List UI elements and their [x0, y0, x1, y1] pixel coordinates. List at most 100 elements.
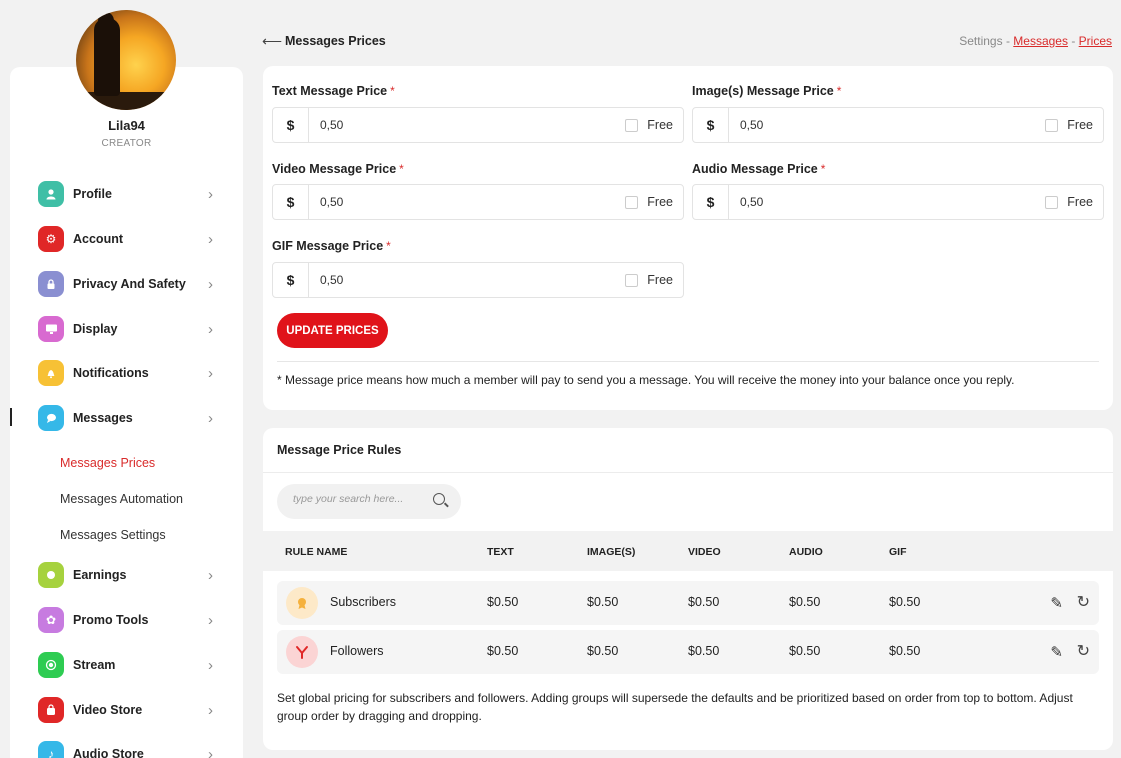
chevron-right-icon: › [208, 320, 213, 338]
edit-icon[interactable]: ✎ [1050, 594, 1063, 612]
coin-icon [38, 562, 64, 588]
message-prices-card: Text Message Price* $ Free Image(s) Mess… [263, 66, 1113, 410]
text-price-field: $ Free [272, 107, 684, 143]
subitem-messages-settings[interactable]: Messages Settings [60, 528, 166, 542]
chevron-right-icon: › [208, 745, 213, 758]
rule-name: Subscribers [330, 595, 396, 609]
avatar[interactable] [76, 10, 176, 110]
chevron-right-icon: › [208, 185, 213, 203]
subitem-messages-automation[interactable]: Messages Automation [60, 492, 183, 506]
breadcrumb: Settings - Messages - Prices [959, 34, 1112, 48]
breadcrumb-root[interactable]: Settings [959, 34, 1002, 48]
image-price-input[interactable] [740, 118, 1020, 132]
video-price-label: Video Message Price * [272, 162, 404, 176]
chevron-right-icon: › [208, 230, 213, 248]
column-header: RULE NAME [285, 546, 348, 558]
currency-symbol: $ [693, 185, 729, 219]
table-row[interactable]: Followers $0.50 $0.50 $0.50 $0.50 $0.50 … [277, 630, 1099, 674]
music-icon: ♪ [38, 741, 64, 758]
sidebar-item-display[interactable]: Display › [10, 311, 243, 347]
user-role: CREATOR [101, 138, 152, 149]
gif-price-input[interactable] [320, 273, 600, 287]
follower-icon [286, 636, 318, 668]
username: Lila94 [108, 118, 145, 133]
divider [263, 472, 1113, 473]
divider [277, 361, 1099, 362]
chevron-right-icon: › [208, 409, 213, 427]
sidebar-item-earnings[interactable]: Earnings › [10, 557, 243, 593]
currency-symbol: $ [273, 108, 309, 142]
sidebar-item-promo-tools[interactable]: ✿ Promo Tools › [10, 602, 243, 638]
text-price-cell: $0.50 [487, 644, 519, 658]
text-price-cell: $0.50 [487, 595, 519, 609]
gif-price-label: GIF Message Price * [272, 239, 391, 253]
bag-icon [38, 697, 64, 723]
image-free-checkbox[interactable] [1045, 118, 1058, 132]
sidebar-item-label: Messages [73, 411, 133, 425]
image-price-label: Image(s) Message Price * [692, 84, 842, 98]
page-title: Messages Prices [285, 34, 386, 48]
sidebar-item-label: Notifications [73, 366, 149, 380]
audio-free-checkbox[interactable] [1045, 195, 1058, 209]
video-free-checkbox[interactable] [625, 195, 638, 209]
rules-search [277, 484, 461, 519]
column-header: GIF [889, 546, 907, 558]
gif-free-checkbox[interactable] [625, 273, 638, 287]
rules-title: Message Price Rules [277, 443, 402, 457]
sidebar-item-label: Promo Tools [73, 613, 149, 627]
gif-price-cell: $0.50 [889, 644, 921, 658]
sidebar-item-label: Privacy And Safety [73, 277, 186, 291]
sidebar-item-label: Stream [73, 658, 116, 672]
sidebar-item-label: Display [73, 322, 118, 336]
video-price-cell: $0.50 [688, 595, 720, 609]
sidebar-item-profile[interactable]: Profile › [10, 176, 243, 212]
reset-icon[interactable]: ↻ [1077, 641, 1090, 661]
person-icon [38, 181, 64, 207]
chevron-right-icon: › [208, 566, 213, 584]
sidebar-item-notifications[interactable]: Notifications › [10, 355, 243, 391]
record-icon [38, 652, 64, 678]
free-label: Free [1067, 195, 1093, 209]
search-icon[interactable] [433, 493, 445, 505]
text-price-input[interactable] [320, 118, 600, 132]
sidebar-item-privacy[interactable]: Privacy And Safety › [10, 266, 243, 302]
audio-price-cell: $0.50 [789, 595, 821, 609]
gif-price-cell: $0.50 [889, 595, 921, 609]
image-price-cell: $0.50 [587, 644, 619, 658]
column-header: IMAGE(S) [587, 546, 636, 558]
chevron-right-icon: › [208, 364, 213, 382]
chevron-right-icon: › [208, 611, 213, 629]
sidebar-item-stream[interactable]: Stream › [10, 647, 243, 683]
reset-icon[interactable]: ↻ [1077, 592, 1090, 612]
image-price-cell: $0.50 [587, 595, 619, 609]
badge-icon [286, 587, 318, 619]
sidebar-item-video-store[interactable]: Video Store › [10, 692, 243, 728]
video-price-input[interactable] [320, 195, 600, 209]
currency-symbol: $ [273, 185, 309, 219]
lock-icon [38, 271, 64, 297]
subitem-messages-prices[interactable]: Messages Prices [60, 456, 155, 470]
search-input[interactable] [293, 493, 423, 505]
sidebar-item-label: Video Store [73, 703, 143, 717]
breadcrumb-messages-link[interactable]: Messages [1013, 34, 1068, 48]
audio-price-label: Audio Message Price * [692, 162, 826, 176]
chevron-right-icon: › [208, 656, 213, 674]
audio-price-input[interactable] [740, 195, 1020, 209]
edit-icon[interactable]: ✎ [1050, 643, 1063, 661]
sidebar-item-account[interactable]: ⚙ Account › [10, 221, 243, 257]
free-label: Free [647, 195, 673, 209]
column-header: AUDIO [789, 546, 823, 558]
sidebar-item-audio-store[interactable]: ♪ Audio Store › [10, 736, 243, 758]
breadcrumb-prices-link[interactable]: Prices [1079, 34, 1112, 48]
text-free-checkbox[interactable] [625, 118, 638, 132]
audio-price-field: $ Free [692, 184, 1104, 220]
audio-price-cell: $0.50 [789, 644, 821, 658]
video-price-field: $ Free [272, 184, 684, 220]
sidebar-item-messages[interactable]: Messages › [10, 400, 243, 436]
update-prices-button[interactable]: UPDATE PRICES [277, 313, 388, 348]
rule-name: Followers [330, 644, 384, 658]
image-price-field: $ Free [692, 107, 1104, 143]
back-arrow-icon[interactable]: ⟵ [262, 33, 282, 50]
table-row[interactable]: Subscribers $0.50 $0.50 $0.50 $0.50 $0.5… [277, 581, 1099, 625]
chat-icon [38, 405, 64, 431]
